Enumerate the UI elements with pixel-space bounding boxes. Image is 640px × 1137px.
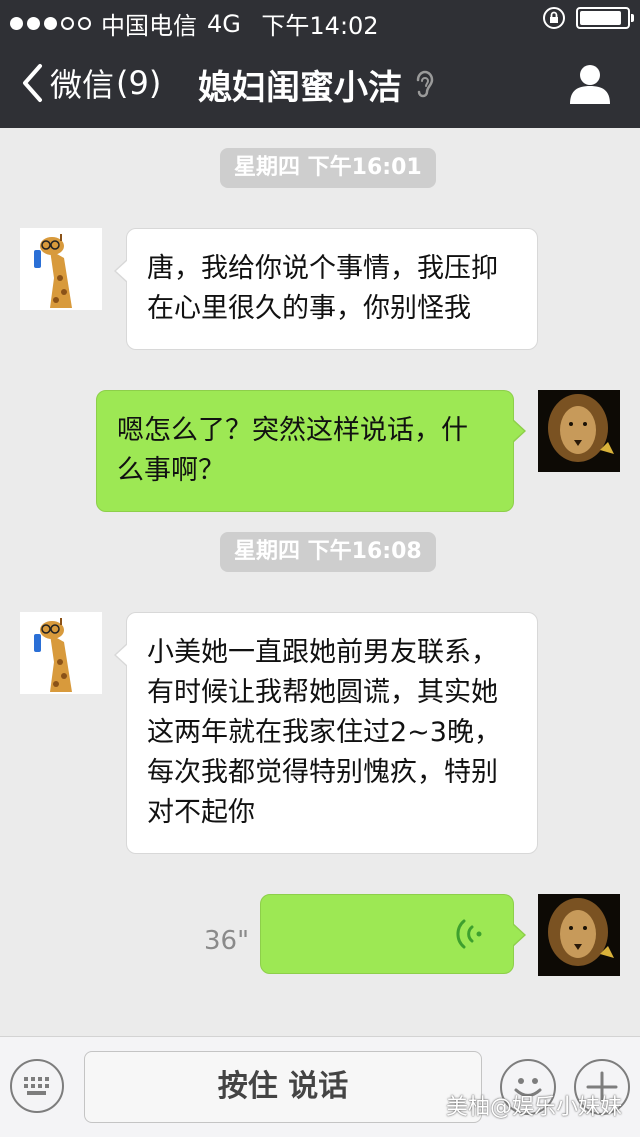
message-text: 唐，我给你说个事情，我压抑 在心里很久的事，你别怪我	[147, 253, 498, 324]
timestamp-label: 星期四 下午16:01	[220, 148, 436, 188]
message-bubble-contact[interactable]: 小美她一直跟她前男友联系， 有时候让我帮她圆谎，其实她 这两年就在我家住过2~3…	[114, 612, 538, 854]
input-bar: 按住 说话 美柚@娱乐小妹妹	[0, 1036, 640, 1137]
my-avatar[interactable]	[538, 894, 620, 976]
voice-wave-icon	[456, 919, 482, 949]
battery-fill	[580, 11, 621, 25]
unread-count: (9)	[116, 64, 162, 102]
lion-avatar-image	[538, 390, 620, 472]
chevron-left-icon	[23, 64, 42, 102]
profile-button[interactable]	[568, 62, 612, 106]
contact-avatar[interactable]	[20, 228, 102, 310]
chat-area[interactable]: 星期四 下午16:01 唐，我给你说个事情，我压抑 在心里很久的事，你别怪我 嗯…	[0, 128, 640, 1036]
back-label: 微信	[50, 66, 115, 104]
back-button[interactable]: 微信 (9)	[18, 60, 161, 106]
message-bubble-contact[interactable]: 唐，我给你说个事情，我压抑 在心里很久的事，你别怪我	[114, 228, 538, 350]
message-text: 嗯怎么了？突然这样说话，什 么事啊？	[117, 415, 468, 486]
voice-duration: 36"	[204, 926, 250, 956]
ear-icon	[416, 70, 434, 98]
status-right	[542, 6, 634, 30]
keyboard-toggle-button[interactable]	[10, 1059, 64, 1113]
giraffe-avatar-image	[20, 612, 102, 694]
watermark: 美柚@娱乐小妹妹	[445, 1095, 622, 1120]
keyboard-icon	[24, 1077, 49, 1095]
rotation-lock-icon	[543, 7, 565, 29]
voice-message-bubble[interactable]	[260, 894, 526, 974]
person-icon	[570, 65, 610, 104]
message-text: 小美她一直跟她前男友联系， 有时候让我帮她圆谎，其实她 这两年就在我家住过2~3…	[147, 637, 501, 828]
status-bar: 中国电信 4G 下午14:02	[0, 0, 640, 40]
contact-avatar[interactable]	[20, 612, 102, 694]
my-avatar[interactable]	[538, 390, 620, 472]
battery-icon	[576, 7, 634, 29]
timestamp-label: 星期四 下午16:08	[220, 532, 436, 572]
hold-to-talk-button[interactable]: 按住 说话	[84, 1051, 482, 1123]
message-bubble-me[interactable]: 嗯怎么了？突然这样说话，什 么事啊？	[96, 390, 526, 512]
lion-avatar-image	[538, 894, 620, 976]
chat-title: 媳妇闺蜜小洁	[198, 68, 402, 108]
giraffe-avatar-image	[20, 228, 102, 310]
nav-bar: 微信 (9) 媳妇闺蜜小洁	[0, 40, 640, 128]
